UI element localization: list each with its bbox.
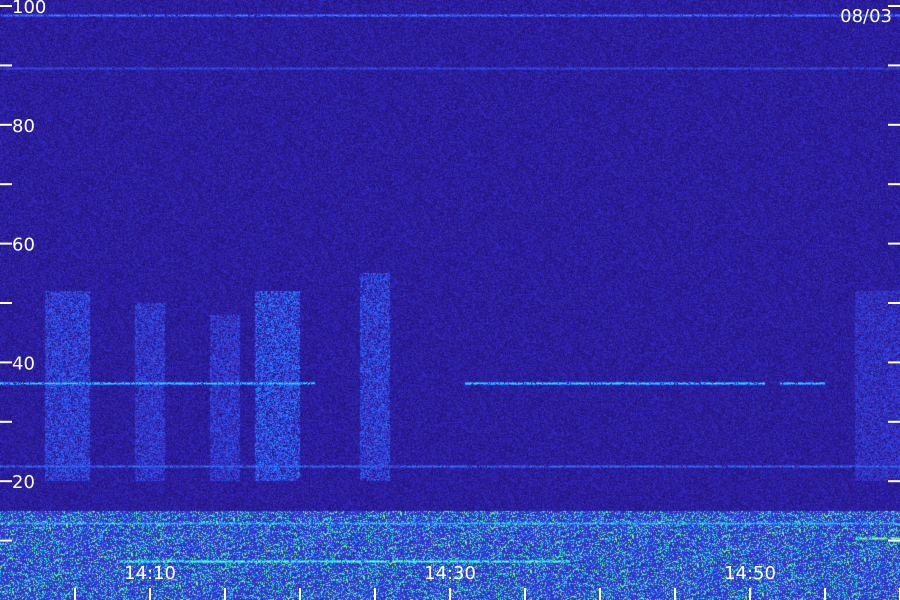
y-tick-label: 100 — [12, 0, 46, 18]
y-tick-label: 80 — [12, 116, 35, 137]
y-tick-label: 40 — [12, 353, 35, 374]
y-tick-label: 60 — [12, 235, 35, 256]
date-label: 08/03 — [840, 6, 892, 27]
x-tick-label: 14:30 — [424, 563, 476, 584]
spectrogram-chart: 100 80 60 40 20 14:10 14:30 14:50 08/03 — [0, 0, 900, 600]
axis-overlay: 100 80 60 40 20 14:10 14:30 14:50 08/03 — [0, 0, 900, 600]
x-tick-label: 14:50 — [724, 563, 776, 584]
y-tick-label: 20 — [12, 472, 35, 493]
x-tick-label: 14:10 — [124, 563, 176, 584]
